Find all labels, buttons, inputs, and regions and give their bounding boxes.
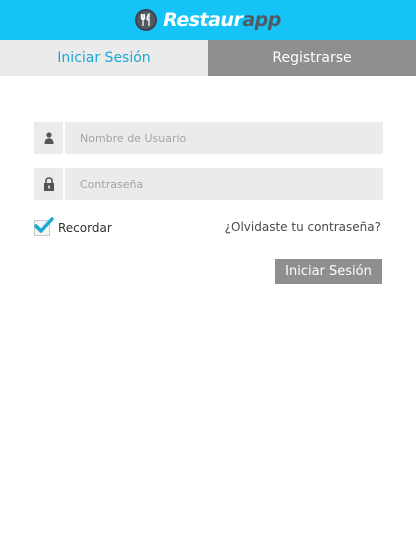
checkmark-icon (34, 217, 54, 233)
fork-knife-icon (135, 9, 158, 31)
forgot-password-link[interactable]: ¿Olvidaste tu contraseña? (225, 220, 381, 234)
username-row (34, 122, 383, 154)
remember-me: Recordar (34, 217, 112, 238)
logo-text-accent: app (242, 9, 281, 31)
logo-wordmark: Restaurapp (163, 9, 281, 31)
lock-icon (34, 168, 63, 200)
tab-register[interactable]: Registrarse (208, 40, 416, 76)
username-input[interactable] (65, 122, 383, 154)
tab-login-label: Iniciar Sesión (57, 50, 151, 66)
remember-label: Recordar (58, 221, 112, 235)
user-icon (34, 122, 63, 154)
password-input[interactable] (65, 168, 383, 200)
tab-login[interactable]: Iniciar Sesión (0, 40, 208, 76)
logo-text-main: Restaur (163, 9, 243, 31)
password-row (34, 168, 383, 200)
auth-tabs: Iniciar Sesión Registrarse (0, 40, 416, 76)
app-logo: Restaurapp (135, 9, 281, 31)
app-header: Restaurapp (0, 0, 416, 40)
login-submit-button[interactable]: Iniciar Sesión (275, 259, 382, 284)
remember-checkbox[interactable] (34, 217, 54, 236)
tab-register-label: Registrarse (272, 50, 352, 66)
